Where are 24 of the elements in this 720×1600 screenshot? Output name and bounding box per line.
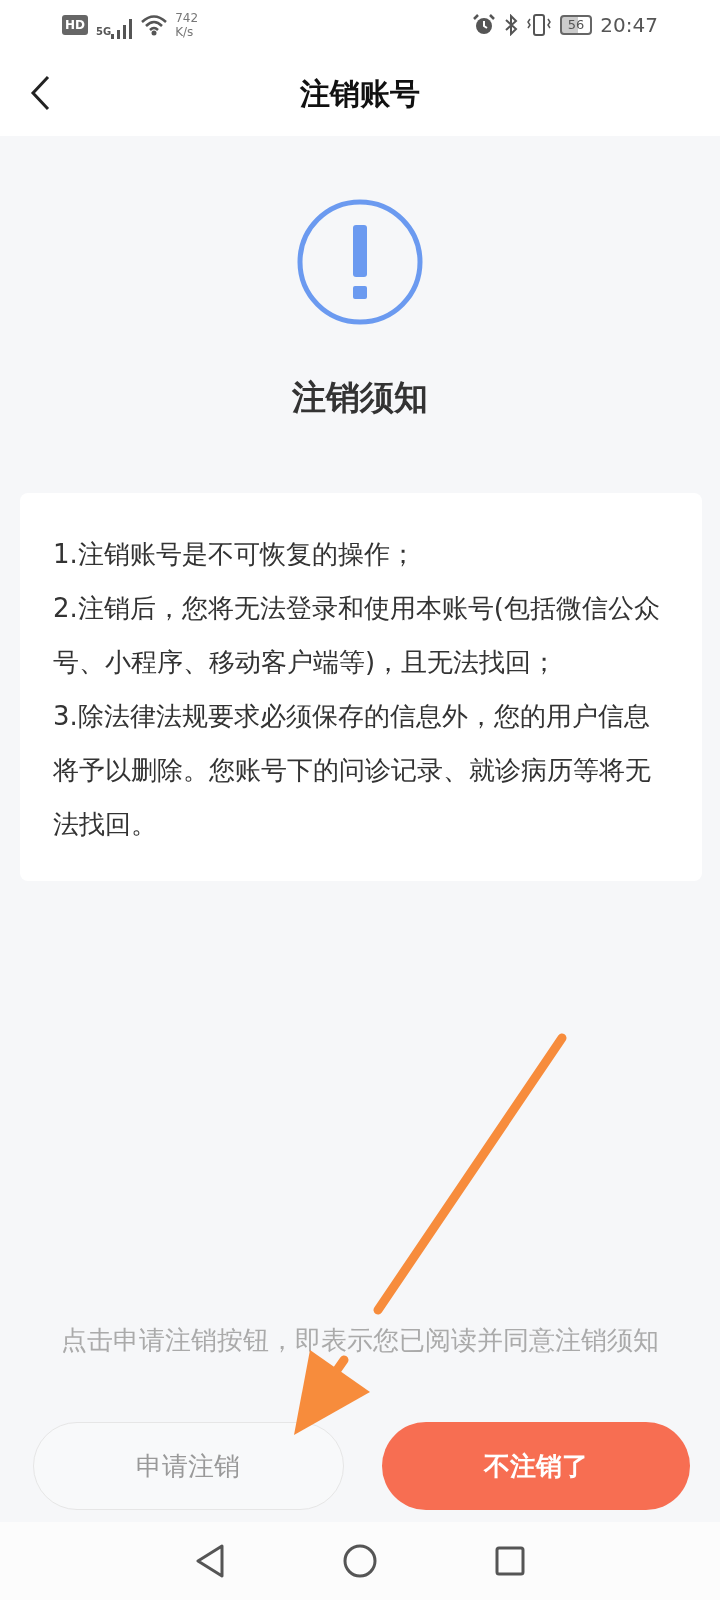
alarm-icon (471, 14, 496, 36)
home-nav-button[interactable] (343, 1544, 377, 1578)
speed-value: 742 (175, 11, 199, 25)
vibrate-icon (525, 14, 552, 36)
warning-icon (296, 198, 424, 326)
back-button[interactable] (28, 74, 52, 112)
notice-item: 1.注销账号是不可恢复的操作； (53, 538, 417, 571)
clock-time: 20:47 (600, 12, 658, 39)
wifi-icon (141, 14, 168, 36)
consent-text: 点击申请注销按钮，即表示您已阅读并同意注销须知 (61, 1324, 659, 1357)
back-nav-button[interactable] (195, 1544, 225, 1578)
keep-account-button[interactable]: 不注销了 (381, 1422, 690, 1510)
speed-unit: K/s (175, 25, 195, 39)
hd-indicator: HD (62, 15, 88, 35)
notice-item: 2.注销后，您将无法登录和使用本账号(包括微信公众号、小程序、移动客户端等)，且无法找回； (53, 592, 661, 679)
signal-icon (111, 18, 134, 39)
battery-indicator: 56 (559, 15, 593, 35)
recents-nav-button[interactable] (495, 1546, 525, 1576)
page-title: 注销账号 (300, 74, 420, 113)
apply-cancel-button[interactable]: 申请注销 (33, 1422, 344, 1510)
notice-title: 注销须知 (292, 376, 428, 419)
notice-item: 3.除法律法规要求必须保存的信息外，您的用户信息将予以删除。您账号下的问诊记录、就诊病历等将无法找回。 (53, 700, 652, 841)
bluetooth-icon (503, 14, 518, 36)
network-type: 5G (96, 24, 112, 39)
